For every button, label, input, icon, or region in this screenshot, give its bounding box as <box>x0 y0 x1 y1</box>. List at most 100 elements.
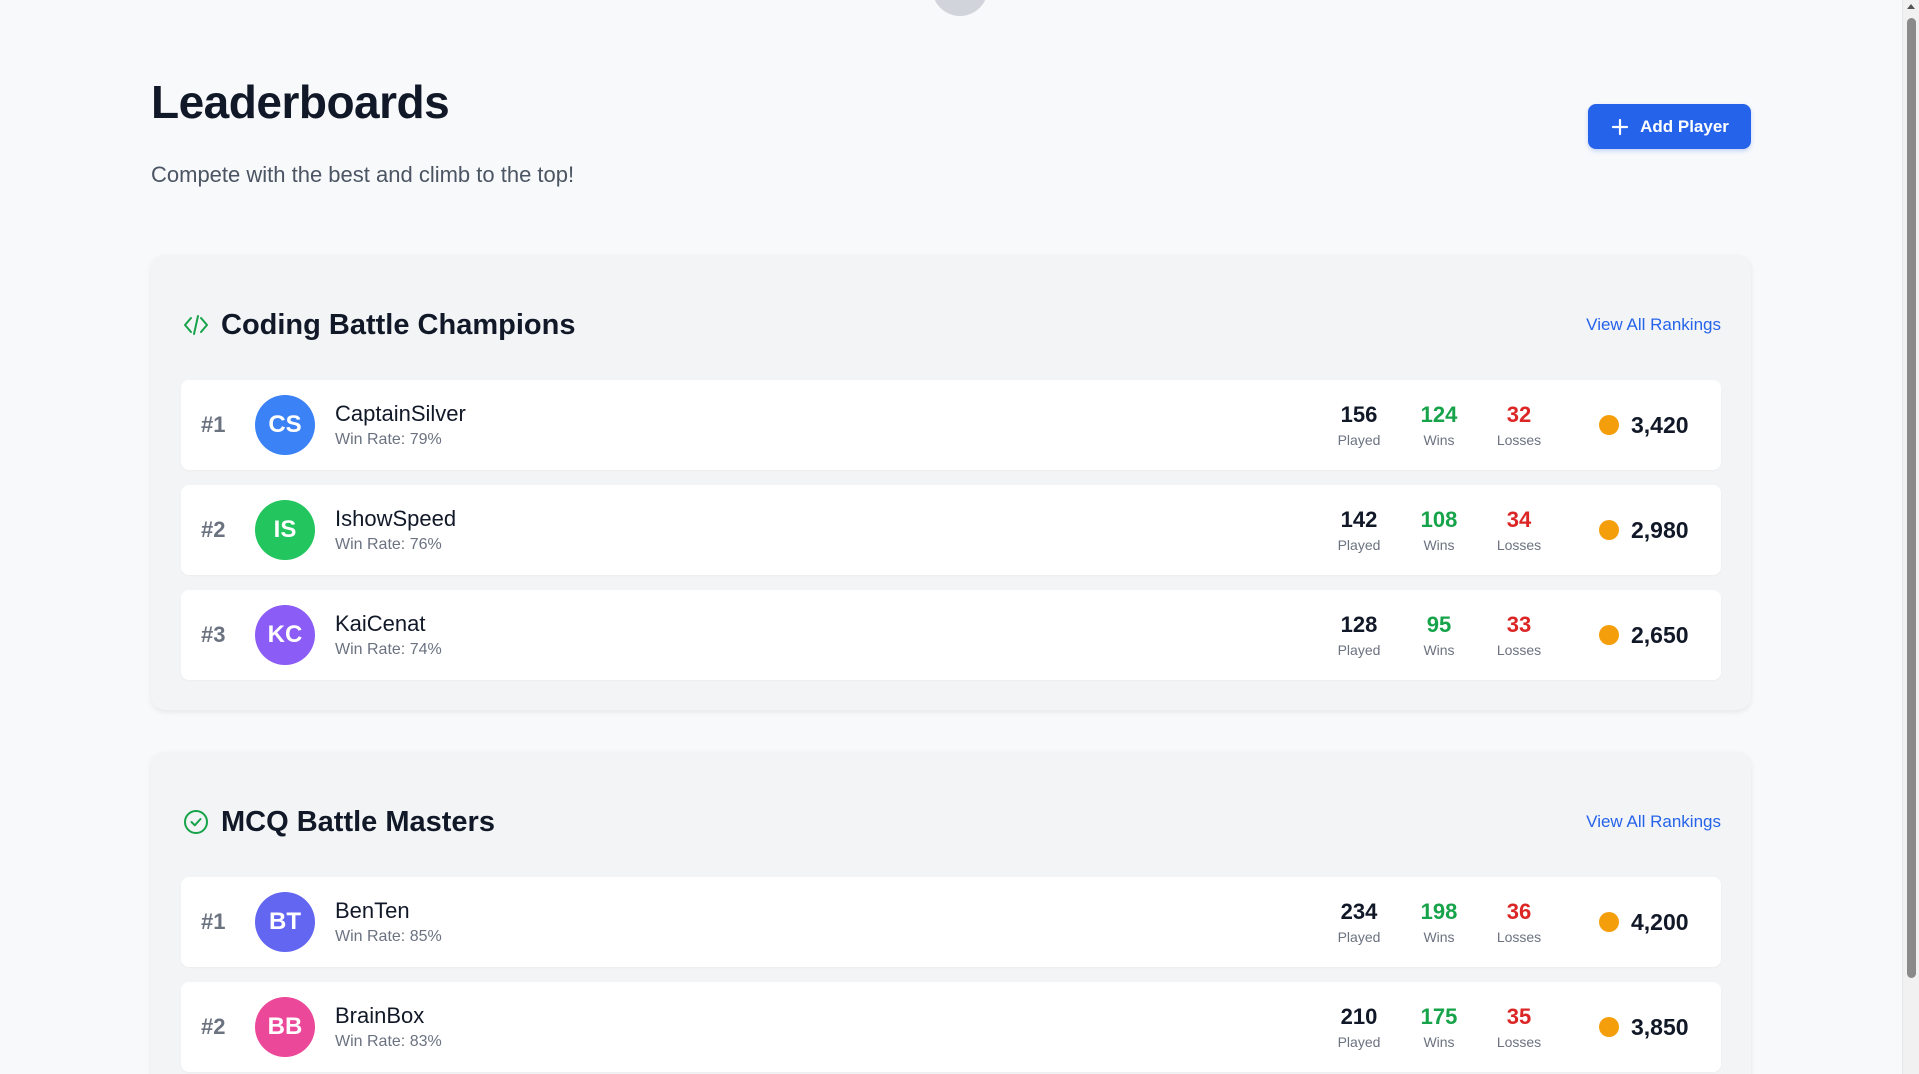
losses-value: 36 <box>1506 899 1532 924</box>
played-value: 128 <box>1340 612 1378 637</box>
player-row[interactable]: #3 KC KaiCenat Win Rate: 74% 128 Played 9… <box>181 590 1721 680</box>
stat-losses: 34 Losses <box>1479 507 1559 553</box>
played-label: Played <box>1337 929 1381 945</box>
losses-value: 33 <box>1506 612 1532 637</box>
player-score: 3,420 <box>1599 412 1721 439</box>
score-value: 2,980 <box>1631 516 1689 543</box>
player-row[interactable]: #1 BT BenTen Win Rate: 85% 234 Played 198… <box>181 877 1721 967</box>
losses-value: 34 <box>1506 507 1532 532</box>
page-title: Leaderboards <box>151 76 450 128</box>
win-rate: Win Rate: 79% <box>335 431 442 448</box>
board-title: MCQ Battle Masters <box>221 805 495 838</box>
score-value: 4,200 <box>1631 908 1689 935</box>
code-icon <box>181 310 211 340</box>
played-value: 210 <box>1340 1004 1378 1029</box>
score-value: 3,850 <box>1631 1013 1689 1040</box>
losses-label: Losses <box>1496 642 1542 658</box>
scroll-up-arrow-icon[interactable] <box>1907 4 1915 9</box>
board-title-group: MCQ Battle Masters <box>181 806 495 839</box>
player-avatar: BB <box>255 997 315 1057</box>
add-player-label: Add Player <box>1640 116 1729 136</box>
stat-played: 234 Played <box>1319 899 1399 945</box>
board-title: Coding Battle Champions <box>221 308 576 341</box>
view-all-rankings-link[interactable]: View All Rankings <box>1586 315 1721 335</box>
losses-label: Losses <box>1496 929 1542 945</box>
score-value: 3,420 <box>1631 411 1689 438</box>
wins-value: 124 <box>1420 402 1458 427</box>
player-stats: 128 Played 95 Wins 33 Losses <box>1319 612 1559 658</box>
played-label: Played <box>1337 642 1381 658</box>
coin-icon <box>1599 520 1619 540</box>
coin-icon <box>1599 912 1619 932</box>
player-info: IshowSpeed Win Rate: 76% <box>335 506 1319 554</box>
rank: #1 <box>201 909 226 934</box>
player-row[interactable]: #2 BB BrainBox Win Rate: 83% 210 Played 1… <box>181 982 1721 1072</box>
board-header: MCQ Battle Masters View All Rankings <box>181 782 1721 862</box>
player-stats: 210 Played 175 Wins 35 Losses <box>1319 1004 1559 1050</box>
rank: #2 <box>201 1014 226 1039</box>
stat-losses: 35 Losses <box>1479 1004 1559 1050</box>
player-stats: 142 Played 108 Wins 34 Losses <box>1319 507 1559 553</box>
stat-played: 128 Played <box>1319 612 1399 658</box>
wins-label: Wins <box>1423 929 1455 945</box>
view-all-rankings-link[interactable]: View All Rankings <box>1586 812 1721 832</box>
stat-losses: 36 Losses <box>1479 899 1559 945</box>
player-name: IshowSpeed <box>335 506 457 531</box>
score-value: 2,650 <box>1631 621 1689 648</box>
stat-losses: 32 Losses <box>1479 402 1559 448</box>
stat-losses: 33 Losses <box>1479 612 1559 658</box>
stat-played: 142 Played <box>1319 507 1399 553</box>
player-avatar: IS <box>255 500 315 560</box>
player-row[interactable]: #2 IS IshowSpeed Win Rate: 76% 142 Played… <box>181 485 1721 575</box>
scrollbar-thumb[interactable] <box>1907 18 1916 978</box>
player-info: BenTen Win Rate: 85% <box>335 898 1319 946</box>
losses-label: Losses <box>1496 537 1542 553</box>
player-name: CaptainSilver <box>335 401 466 426</box>
played-value: 156 <box>1340 402 1378 427</box>
rank: #3 <box>201 622 226 647</box>
stat-wins: 198 Wins <box>1399 899 1479 945</box>
played-label: Played <box>1337 1034 1381 1050</box>
player-stats: 156 Played 124 Wins 32 Losses <box>1319 402 1559 448</box>
played-label: Played <box>1337 537 1381 553</box>
player-stats: 234 Played 198 Wins 36 Losses <box>1319 899 1559 945</box>
player-row[interactable]: #1 CS CaptainSilver Win Rate: 79% 156 Pla… <box>181 380 1721 470</box>
win-rate: Win Rate: 83% <box>335 1033 442 1050</box>
player-score: 3,850 <box>1599 1014 1721 1041</box>
player-name: BenTen <box>335 898 410 923</box>
stat-played: 156 Played <box>1319 402 1399 448</box>
player-avatar: CS <box>255 395 315 455</box>
add-player-button[interactable]: Add Player <box>1588 104 1751 149</box>
wins-value: 108 <box>1420 507 1458 532</box>
leaderboard-coding: Coding Battle Champions View All Ranking… <box>151 255 1751 710</box>
wins-label: Wins <box>1423 1034 1455 1050</box>
player-name: BrainBox <box>335 1003 425 1028</box>
stat-wins: 95 Wins <box>1399 612 1479 658</box>
wins-value: 175 <box>1420 1004 1458 1029</box>
page-header: Leaderboards Compete with the best and c… <box>151 0 1751 255</box>
wins-value: 198 <box>1420 899 1458 924</box>
wins-value: 95 <box>1426 612 1452 637</box>
viewport: Leaderboards Compete with the best and c… <box>0 0 1919 1074</box>
stat-played: 210 Played <box>1319 1004 1399 1050</box>
player-avatar: BT <box>255 892 315 952</box>
played-value: 142 <box>1340 507 1378 532</box>
scrollbar[interactable] <box>1902 0 1919 1074</box>
player-info: KaiCenat Win Rate: 74% <box>335 611 1319 659</box>
win-rate: Win Rate: 74% <box>335 641 442 658</box>
losses-value: 32 <box>1506 402 1532 427</box>
player-info: BrainBox Win Rate: 83% <box>335 1003 1319 1051</box>
board-header: Coding Battle Champions View All Ranking… <box>181 285 1721 365</box>
stat-wins: 124 Wins <box>1399 402 1479 448</box>
coin-icon <box>1599 625 1619 645</box>
coin-icon <box>1599 1017 1619 1037</box>
player-list: #1 BT BenTen Win Rate: 85% 234 Played 198… <box>181 877 1721 1072</box>
player-list: #1 CS CaptainSilver Win Rate: 79% 156 Pla… <box>181 380 1721 680</box>
coin-icon <box>1599 415 1619 435</box>
wins-label: Wins <box>1423 537 1455 553</box>
losses-value: 35 <box>1506 1004 1532 1029</box>
rank: #1 <box>201 412 226 437</box>
main-container: Leaderboards Compete with the best and c… <box>151 0 1751 1074</box>
board-title-group: Coding Battle Champions <box>181 309 575 342</box>
player-score: 2,980 <box>1599 517 1721 544</box>
